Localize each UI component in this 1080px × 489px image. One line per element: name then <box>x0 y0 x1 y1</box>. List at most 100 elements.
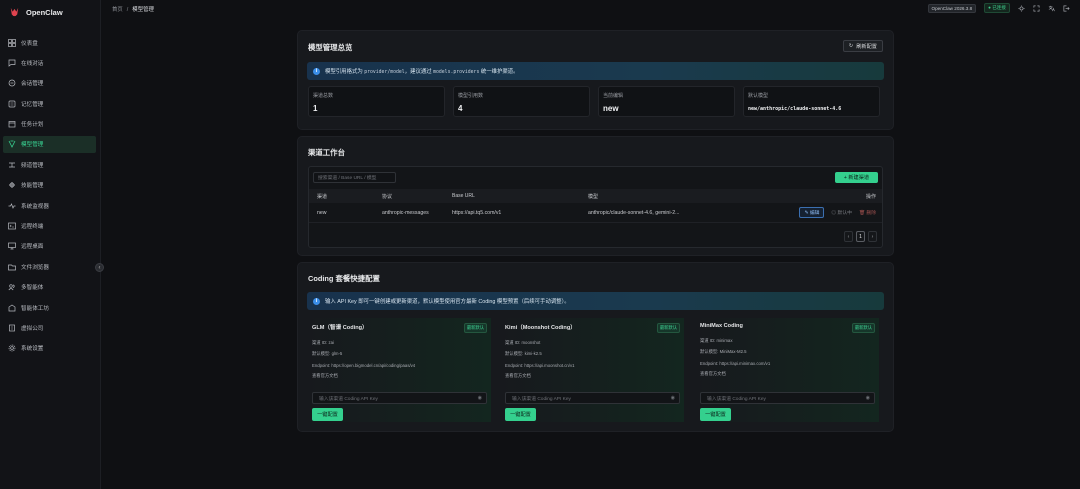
eye-icon[interactable]: ◉ <box>478 395 482 401</box>
theme-toggle-icon[interactable] <box>1018 4 1025 12</box>
refresh-icon: ↻ <box>848 43 854 49</box>
sidebar-item-label: 系统监视器 <box>21 203 49 210</box>
sidebar-item-label: 技能管理 <box>21 183 44 190</box>
sidebar-item-chat[interactable]: 在线对话 <box>3 54 96 71</box>
session-icon <box>8 79 16 87</box>
breadcrumb-home[interactable]: 首页 <box>112 7 123 13</box>
grid-icon <box>8 38 16 47</box>
app-name: OpenClaw <box>26 7 63 17</box>
one-click-config-button[interactable]: 一键配置 <box>312 408 343 421</box>
sidebar-item-calendar[interactable]: 任务计划 <box>3 116 96 133</box>
cell-channel: new <box>317 209 327 216</box>
edit-button[interactable]: ✎ 编辑 <box>799 207 825 218</box>
default-status-button[interactable]: ◎ 默认中 <box>831 209 852 216</box>
coding-card-glm: GLM（智谱 Coding） 最新默认 渠道 ID: zai 默认模型: glm… <box>308 318 491 422</box>
docs-link[interactable]: 查看官方文档 <box>700 371 875 377</box>
chat-icon <box>8 59 16 67</box>
company-icon <box>8 324 16 332</box>
api-key-input[interactable]: 输入该渠道 Coding API Key ◉ <box>312 392 487 404</box>
coding-quick-config-card: Coding 套餐快捷配置 i 输入 API Key 即可一键创建或更新渠道，默… <box>297 262 894 432</box>
users-icon <box>8 283 16 291</box>
sidebar-item-users[interactable]: 多智能体 <box>3 279 96 296</box>
stat-current-edit: 当前编辑 new <box>598 86 735 117</box>
delete-button[interactable]: 🗑 删除 <box>859 209 876 216</box>
docs-link[interactable]: 查看官方文档 <box>312 373 487 379</box>
pulse-icon <box>8 202 16 210</box>
sidebar: OpenClaw 仪表盘在线对话会话管理记忆管理任务计划模型管理频道管理技能管理… <box>0 0 101 489</box>
prev-page-button[interactable]: ‹ <box>844 231 853 242</box>
one-click-config-button[interactable]: 一键配置 <box>505 408 536 421</box>
sidebar-item-label: 文件浏览器 <box>21 264 49 271</box>
sidebar-item-workshop[interactable]: 智能体工坊 <box>3 299 96 316</box>
sidebar-item-pulse[interactable]: 系统监视器 <box>3 197 96 214</box>
sidebar-item-session[interactable]: 会话管理 <box>3 75 96 92</box>
memory-icon <box>8 100 16 108</box>
sidebar-item-label: 多智能体 <box>21 285 44 292</box>
latest-default-badge: 最新默认 <box>851 323 875 333</box>
stat-model-refs: 模型引用数 4 <box>453 86 590 117</box>
sidebar-item-terminal[interactable]: 远程终端 <box>3 218 96 235</box>
coding-info-text: 输入 API Key 即可一键创建或更新渠道，默认模型使用官方最新 Coding… <box>325 299 570 305</box>
folder-icon <box>8 263 16 271</box>
fullscreen-icon[interactable] <box>1033 5 1040 12</box>
sidebar-item-desktop[interactable]: 远程桌面 <box>3 238 96 255</box>
refresh-config-label: 刷新配置 <box>856 43 877 50</box>
info-icon: i <box>313 67 320 75</box>
info-text: 模型引用格式为 provider/model，建议通过 models.provi… <box>325 69 519 75</box>
sidebar-item-memory[interactable]: 记忆管理 <box>3 95 96 112</box>
cell-base-url: https://api.tq5.com/v1 <box>452 209 502 216</box>
cell-actions: ✎ 编辑 ◎ 默认中 🗑 删除 <box>764 207 882 218</box>
sidebar-item-label: 智能体工坊 <box>21 305 49 312</box>
sidebar-item-label: 任务计划 <box>21 122 44 129</box>
topbar-actions: OpenClaw 2026.3.8 ● 已连接 <box>927 3 1070 13</box>
workspace-title: 渠道工作台 <box>308 148 345 157</box>
coding-info-bar: i 输入 API Key 即可一键创建或更新渠道，默认模型使用官方最新 Codi… <box>307 292 884 310</box>
model-icon <box>8 140 16 149</box>
sidebar-item-folder[interactable]: 文件浏览器 <box>3 258 96 275</box>
eye-icon[interactable]: ◉ <box>671 395 675 401</box>
sidebar-item-label: 系统设置 <box>21 346 44 353</box>
channel-workspace-card: 渠道工作台 搜索渠道 / Base URL / 模型 + 新建渠道 渠道 协议 … <box>297 136 894 256</box>
connection-status-badge: ● 已连接 <box>984 3 1010 13</box>
api-key-input[interactable]: 输入该渠道 Coding API Key ◉ <box>505 392 680 404</box>
breadcrumb-current: 模型管理 <box>132 6 154 13</box>
sidebar-item-grid[interactable]: 仪表盘 <box>3 34 96 51</box>
table-row[interactable]: new anthropic-messages https://api.tq5.c… <box>309 203 882 223</box>
sidebar-item-label: 会话管理 <box>21 81 44 88</box>
info-icon: i <box>313 297 320 305</box>
sidebar-item-model[interactable]: 模型管理 <box>3 135 96 153</box>
api-key-input[interactable]: 输入该渠道 Coding API Key ◉ <box>700 392 875 404</box>
table-header: 渠道 协议 Base URL 模型 操作 <box>309 189 882 203</box>
sidebar-item-label: 虚拟公司 <box>21 325 44 332</box>
calendar-icon <box>8 120 16 128</box>
sidebar-item-label: 仪表盘 <box>21 40 38 47</box>
one-click-config-button[interactable]: 一键配置 <box>700 408 731 421</box>
language-icon[interactable] <box>1048 5 1055 12</box>
eye-icon[interactable]: ◉ <box>866 395 870 401</box>
overview-title: 模型管理总览 <box>308 43 353 52</box>
page-1-button[interactable]: 1 <box>856 231 865 242</box>
sidebar-item-company[interactable]: 虚拟公司 <box>3 319 96 336</box>
app-logo[interactable]: OpenClaw <box>0 0 100 24</box>
sidebar-item-label: 在线对话 <box>21 60 44 67</box>
latest-default-badge: 最新默认 <box>656 323 680 333</box>
settings-icon <box>8 344 16 352</box>
new-channel-button[interactable]: + 新建渠道 <box>835 172 878 183</box>
refresh-config-button[interactable]: ↻ 刷新配置 <box>842 40 883 52</box>
channel-search-input[interactable]: 搜索渠道 / Base URL / 模型 <box>313 172 396 183</box>
desktop-icon <box>8 242 16 250</box>
terminal-icon <box>8 222 16 230</box>
docs-link[interactable]: 查看官方文档 <box>505 373 680 379</box>
collapse-sidebar-icon[interactable]: ‹ <box>95 263 104 272</box>
topbar: 首页 / 模型管理 OpenClaw 2026.3.8 ● 已连接 <box>101 0 1080 17</box>
channel-table: 渠道 协议 Base URL 模型 操作 new anthropic-messa… <box>309 189 882 223</box>
next-page-button[interactable]: › <box>868 231 877 242</box>
sidebar-item-label: 模型管理 <box>21 142 44 149</box>
workshop-icon <box>8 304 16 312</box>
sidebar-item-skill[interactable]: 技能管理 <box>3 177 96 194</box>
logout-icon[interactable] <box>1063 5 1070 12</box>
sidebar-item-settings[interactable]: 系统设置 <box>3 340 96 357</box>
channel-icon <box>8 161 16 169</box>
sidebar-item-channel[interactable]: 频道管理 <box>3 156 96 173</box>
stat-channel-count: 渠道总数 1 <box>308 86 445 117</box>
